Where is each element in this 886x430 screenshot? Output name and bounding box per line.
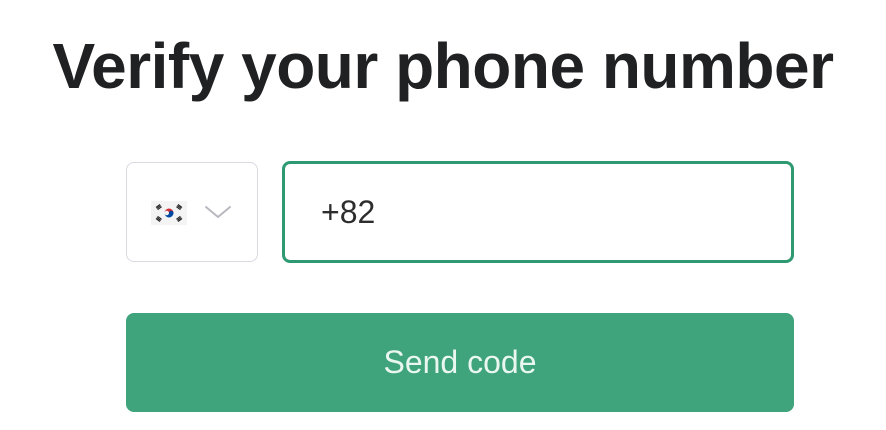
phone-number-row (126, 161, 794, 263)
south-korea-flag-icon (151, 201, 187, 225)
country-code-select[interactable] (126, 162, 258, 262)
verify-phone-page: Verify your phone number +82 Send code (0, 0, 886, 430)
phone-number-input[interactable] (282, 161, 794, 263)
page-title: Verify your phone number (52, 30, 834, 102)
send-code-button[interactable]: Send code (126, 313, 794, 412)
chevron-down-icon (205, 206, 231, 218)
